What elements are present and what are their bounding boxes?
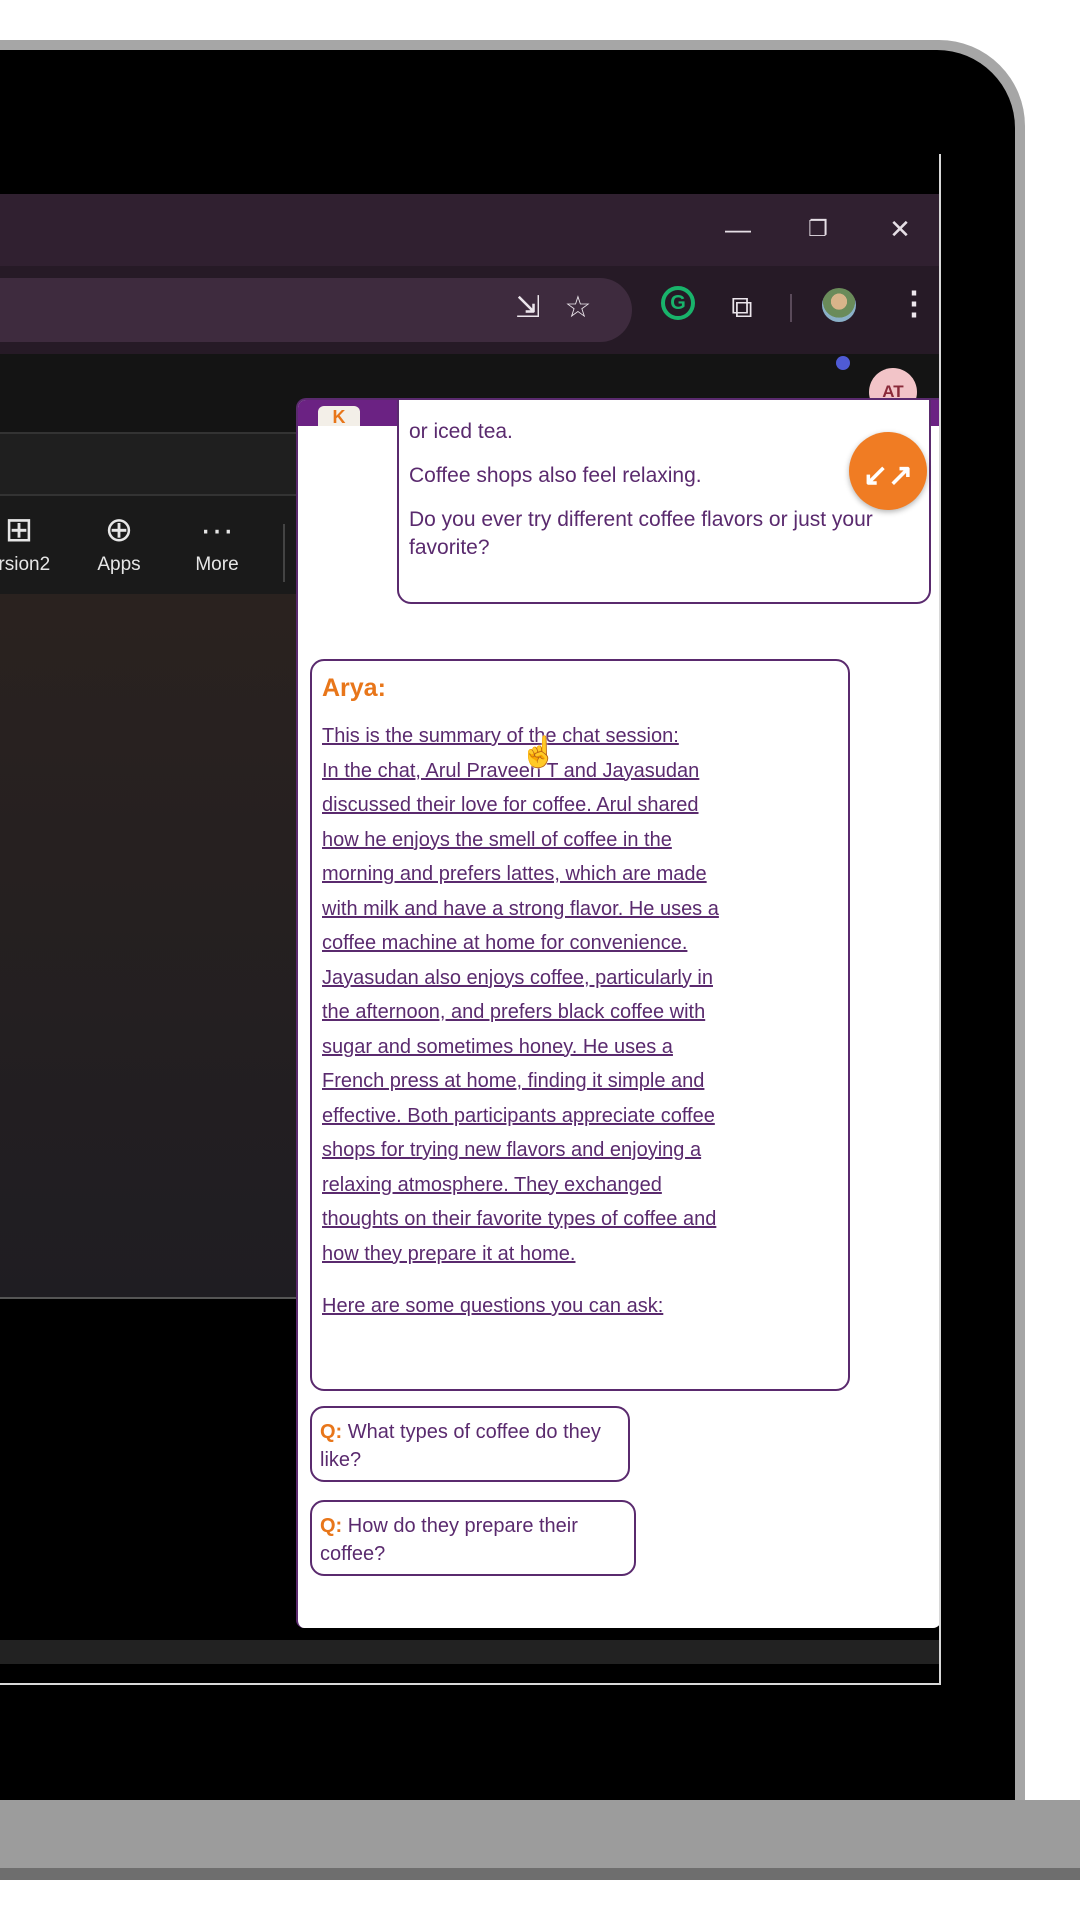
laptop-base	[0, 1800, 1080, 1880]
chat-panel: K or iced tea. Coffee shops also feel re…	[296, 398, 939, 1628]
summary-line: the afternoon, and prefers black coffee …	[322, 1001, 706, 1023]
question-prefix: Q:	[320, 1515, 343, 1537]
suggested-question-1[interactable]: Q: What types of coffee do they like?	[310, 1406, 630, 1482]
teams-meeting-bar	[0, 432, 300, 496]
browser-menu-icon[interactable]: ⋮	[898, 282, 930, 324]
taskbar-strip	[0, 1640, 939, 1664]
summary-line: effective. Both participants appreciate …	[322, 1104, 715, 1127]
restore-icon[interactable]: ❐	[798, 214, 838, 244]
summary-line: relaxing atmosphere. They exchanged	[322, 1173, 662, 1196]
bookmark-star-icon[interactable]: ☆	[558, 288, 598, 328]
hand-cursor-icon: ☝	[520, 736, 558, 769]
ellipsis-icon: ···	[200, 511, 234, 549]
summary-line: discussed their love for coffee. Arul sh…	[322, 794, 699, 816]
message-paragraph: Coffee shops also feel relaxing.	[409, 464, 702, 487]
chat-summary[interactable]: This is the summary of the chat session:…	[322, 719, 838, 1271]
grid-apps-icon: ⊞	[4, 511, 34, 549]
minimize-icon[interactable]: —	[718, 214, 758, 244]
collapse-panel-button[interactable]: ↙↗	[849, 432, 927, 510]
summary-line: In the chat, Arul Praveen T and Jayasuda…	[322, 759, 700, 782]
install-app-icon[interactable]: ⇲	[508, 288, 548, 328]
summary-line: morning and prefers lattes, which are ma…	[322, 863, 707, 885]
message-paragraph: Do you ever try different coffee flavors…	[409, 508, 873, 559]
stage: — ❐ ✕ ⇲ ☆ G ⧉ ⋮ ... AT ⊞ ersion2 ⊕ Apps …	[0, 0, 1080, 1920]
previous-message-bubble: or iced tea. Coffee shops also feel rela…	[397, 400, 931, 604]
summary-line: how he enjoys the smell of coffee in the	[322, 828, 672, 851]
summary-line: Jayasudan also enjoys coffee, particular…	[322, 966, 713, 989]
collapse-icon: ↙↗	[862, 459, 914, 492]
question-text: What types of coffee do they like?	[320, 1421, 601, 1471]
laptop-screen: — ❐ ✕ ⇲ ☆ G ⧉ ⋮ ... AT ⊞ ersion2 ⊕ Apps …	[0, 154, 941, 1685]
browser-profile-avatar[interactable]	[822, 288, 856, 322]
more-button[interactable]: ··· More	[172, 510, 262, 578]
summary-line: how they prepare it at home.	[322, 1242, 576, 1265]
toolbar-separator	[790, 294, 792, 322]
notification-dot	[836, 356, 850, 370]
assistant-message-card: Arya: This is the summary of the chat se…	[310, 659, 850, 1391]
summary-line: sugar and sometimes honey. He uses a	[322, 1035, 673, 1058]
app-button-version2[interactable]: ⊞ ersion2	[0, 510, 64, 578]
question-text: How do they prepare their coffee?	[320, 1515, 578, 1565]
app-label: ersion2	[0, 554, 51, 575]
close-icon[interactable]: ✕	[880, 214, 920, 244]
assistant-name: Arya:	[322, 674, 386, 702]
summary-line: thoughts on their favorite types of coff…	[322, 1208, 717, 1230]
app-logo-icon: K	[318, 406, 360, 427]
summary-line: This is the summary of the chat session:	[322, 725, 679, 747]
toolbar-divider	[283, 524, 285, 582]
suggested-question-2[interactable]: Q: How do they prepare their coffee?	[310, 1500, 636, 1576]
meeting-stage	[0, 594, 296, 1299]
questions-intro[interactable]: Here are some questions you can ask:	[322, 1289, 838, 1323]
grammarly-icon[interactable]: G	[661, 286, 695, 320]
message-paragraph: or iced tea.	[409, 420, 513, 443]
question-prefix: Q:	[320, 1421, 343, 1443]
apps-button[interactable]: ⊕ Apps	[74, 510, 164, 578]
extensions-icon[interactable]: ⧉	[722, 288, 762, 328]
summary-line: with milk and have a strong flavor. He u…	[322, 897, 719, 920]
summary-line: coffee machine at home for convenience.	[322, 932, 688, 954]
summary-line: shops for trying new flavors and enjoyin…	[322, 1139, 702, 1161]
add-app-icon: ⊕	[104, 511, 134, 549]
summary-line: French press at home, finding it simple …	[322, 1070, 705, 1092]
app-label: More	[195, 554, 239, 575]
app-label: Apps	[97, 554, 141, 575]
